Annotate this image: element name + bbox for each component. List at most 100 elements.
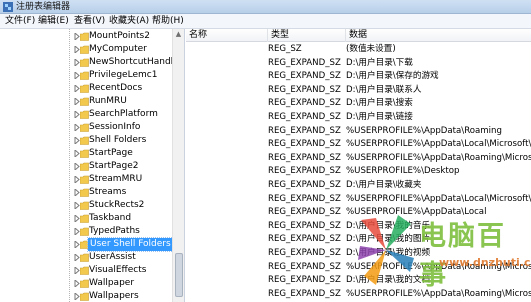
value-row[interactable]: ab{BFB9D5E0-C6...REG_EXPAND_SZD:\用户目录\链接 [186, 111, 531, 124]
registry-tree[interactable]: MountPoints2 MyComputer NewShortcutHandler… [0, 29, 185, 302]
expand-arrow-icon[interactable] [73, 241, 80, 248]
scroll-up-arrow-icon[interactable]: ▲ [173, 29, 184, 39]
tree-item[interactable]: StreamMRU [0, 173, 172, 186]
value-row[interactable]: abHistoryREG_EXPAND_SZ%USERPROFILE%\AppD… [186, 193, 531, 206]
list-header: 名称 类型 数据 [186, 29, 531, 42]
expand-arrow-icon[interactable] [73, 228, 80, 235]
tree-item[interactable]: TypedPaths [0, 225, 172, 238]
value-row[interactable]: abLocal AppDataREG_EXPAND_SZ%USERPROFILE… [186, 206, 531, 219]
expand-arrow-icon[interactable] [73, 254, 80, 261]
value-type: REG_EXPAND_SZ [268, 139, 341, 150]
value-row[interactable]: ab(默认)REG_SZ(数值未设置) [186, 43, 531, 56]
values-list[interactable]: 名称 类型 数据 ab(默认)REG_SZ(数值未设置)ab{374DE290-… [186, 29, 531, 302]
expand-arrow-icon[interactable] [73, 293, 80, 300]
tree-item[interactable]: SearchPlatform [0, 108, 172, 121]
tree-item[interactable]: Wallpaper [0, 277, 172, 290]
value-data: D:\用户目录\我的视频 [346, 248, 431, 258]
folder-icon [79, 227, 89, 236]
tree-item[interactable]: Wallpapers [0, 290, 172, 302]
tree-scroll-thumb[interactable] [175, 253, 183, 297]
tree-item-label: MyComputer [89, 44, 147, 54]
value-row[interactable]: abMy PicturesREG_EXPAND_SZD:\用户目录\我的图片 [186, 233, 531, 246]
tree-item[interactable]: StartPage [0, 147, 172, 160]
expand-arrow-icon[interactable] [73, 137, 80, 144]
tree-item[interactable]: UserAssist [0, 251, 172, 264]
expand-arrow-icon[interactable] [73, 163, 80, 170]
expand-arrow-icon[interactable] [73, 33, 80, 40]
expand-arrow-icon[interactable] [73, 189, 80, 196]
value-data: D:\用户目录\搜索 [346, 98, 413, 109]
folder-icon [79, 292, 89, 301]
value-data: D:\用户目录\收藏夹 [346, 180, 422, 190]
tree-item-label: RecentDocs [89, 83, 143, 93]
tree-item[interactable]: PrivilegeLemc1 [0, 69, 172, 82]
expand-arrow-icon[interactable] [73, 46, 80, 53]
value-row[interactable]: ab{56784854-C6...REG_EXPAND_SZD:\用户目录\联系… [186, 84, 531, 97]
tree-item[interactable]: RecentDocs [0, 82, 172, 95]
expand-arrow-icon[interactable] [73, 72, 80, 79]
value-row[interactable]: abMy MusicREG_EXPAND_SZD:\用户目录\我的音乐 [186, 220, 531, 233]
value-row[interactable]: abPersonalREG_EXPAND_SZD:\用户目录\我的文档 [186, 274, 531, 287]
menu-file[interactable]: 文件(F) [3, 15, 37, 27]
tree-item[interactable]: NewShortcutHandlers [0, 56, 184, 69]
tree-item-label: SearchPlatform [89, 109, 158, 119]
menu-help[interactable]: 帮助(H) [150, 15, 186, 27]
tree-item-label: Streams [89, 187, 127, 197]
menu-favorites[interactable]: 收藏夹(A) [107, 15, 151, 27]
value-row[interactable]: abCacheREG_EXPAND_SZ%USERPROFILE%\AppDat… [186, 138, 531, 151]
value-type: REG_EXPAND_SZ [268, 71, 341, 82]
tree-item[interactable]: MyComputer [0, 43, 172, 56]
expand-arrow-icon[interactable] [73, 176, 80, 183]
value-data: %USERPROFILE%\AppData\Local\Microsoft\ [346, 139, 531, 150]
tree-item[interactable]: StuckRects2 [0, 199, 172, 212]
menu-view[interactable]: 查看(V) [72, 15, 107, 27]
value-type: REG_EXPAND_SZ [268, 261, 341, 272]
value-row[interactable]: abCookiesREG_EXPAND_SZ%USERPROFILE%\AppD… [186, 152, 531, 165]
column-header-name[interactable]: 名称 [186, 29, 268, 42]
value-type: REG_EXPAND_SZ [268, 125, 341, 136]
value-row[interactable]: abPrintHoodREG_EXPAND_SZ%USERPROFILE%\Ap… [186, 288, 531, 301]
tree-item[interactable]: User Shell Folders [0, 237, 174, 252]
folder-icon [79, 136, 89, 145]
tree-item[interactable]: Taskband [0, 212, 172, 225]
menu-edit[interactable]: 编辑(E) [36, 15, 71, 27]
value-row[interactable]: abAppDataREG_EXPAND_SZ%USERPROFILE%\AppD… [186, 125, 531, 138]
tree-item-label: MountPoints2 [89, 31, 150, 41]
expand-arrow-icon[interactable] [73, 98, 80, 105]
expand-arrow-icon[interactable] [73, 111, 80, 118]
expand-arrow-icon[interactable] [73, 124, 80, 131]
tree-item[interactable]: SessionInfo [0, 121, 172, 134]
expand-arrow-icon[interactable] [73, 150, 80, 157]
column-header-type[interactable]: 类型 [268, 29, 346, 42]
value-row[interactable]: abDesktopREG_EXPAND_SZ%USERPROFILE%\Desk… [186, 165, 531, 178]
tree-item[interactable]: MountPoints2 [0, 30, 172, 43]
folder-icon [79, 279, 89, 288]
expand-arrow-icon[interactable] [73, 215, 80, 222]
expand-arrow-icon[interactable] [73, 280, 80, 287]
tree-item[interactable]: StartPage2 [0, 160, 172, 173]
value-type: REG_EXPAND_SZ [268, 288, 341, 299]
value-row[interactable]: ab{7D1D3A04-DE...REG_EXPAND_SZD:\用户目录\搜索 [186, 97, 531, 110]
tree-scrollbar[interactable]: ▲ [172, 29, 184, 302]
value-row[interactable]: abFavoritesREG_EXPAND_SZD:\用户目录\收藏夹 [186, 179, 531, 192]
value-type: REG_EXPAND_SZ [268, 57, 341, 68]
expand-arrow-icon[interactable] [73, 59, 80, 66]
title-bar: 注册表编辑器 [0, 0, 531, 14]
value-row[interactable]: ab{4C5C32FF-BB...REG_EXPAND_SZD:\用户目录\保存… [186, 70, 531, 83]
value-data: D:\用户目录\我的文档 [346, 275, 431, 286]
value-row[interactable]: abMy VideoREG_EXPAND_SZD:\用户目录\我的视频 [186, 247, 531, 260]
expand-arrow-icon[interactable] [73, 202, 80, 209]
tree-item[interactable]: VisualEffects [0, 264, 172, 277]
value-row[interactable]: ab{374DE290-12...REG_EXPAND_SZD:\用户目录\下载 [186, 57, 531, 70]
expand-arrow-icon[interactable] [73, 85, 80, 92]
tree-item-label: UserAssist [89, 252, 136, 262]
column-header-data[interactable]: 数据 [346, 29, 531, 42]
folder-icon [79, 175, 89, 184]
expand-arrow-icon[interactable] [73, 267, 80, 274]
tree-item[interactable]: Streams [0, 186, 172, 199]
value-data: %USERPROFILE%\AppData\Roaming\Microso [346, 152, 531, 163]
tree-item[interactable]: RunMRU [0, 95, 172, 108]
regedit-icon [3, 2, 13, 12]
tree-item[interactable]: Shell Folders [0, 134, 172, 147]
value-row[interactable]: abNetHoodREG_EXPAND_SZ%USERPROFILE%\AppD… [186, 261, 531, 274]
